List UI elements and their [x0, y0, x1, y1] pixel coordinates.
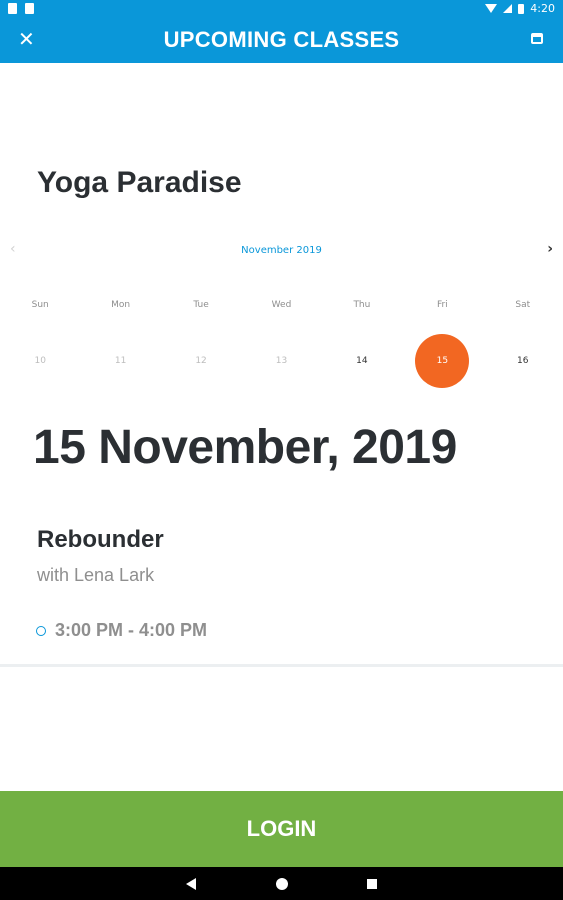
signal-icon — [503, 4, 513, 13]
calendar-day[interactable]: 16 — [483, 334, 563, 388]
notification-icon — [25, 3, 34, 14]
clock-icon — [36, 625, 46, 636]
month-navigation: ‹ November 2019 › — [0, 240, 563, 262]
week-days: 10 11 12 13 14 15 16 — [0, 334, 563, 388]
wifi-icon — [485, 4, 498, 13]
calendar-day: 10 — [34, 356, 46, 366]
weekday-label: Sat — [515, 300, 531, 310]
back-icon[interactable] — [186, 878, 196, 890]
month-label: November 2019 — [241, 245, 322, 256]
studio-name: Yoga Paradise — [37, 166, 242, 199]
divider — [0, 664, 563, 667]
calendar-day-selected[interactable]: 15 — [402, 334, 482, 388]
selected-date-heading: 15 November, 2019 — [33, 421, 457, 474]
system-nav-bar — [0, 867, 563, 900]
recents-icon[interactable] — [367, 879, 377, 889]
weekday-label: Thu — [353, 300, 371, 310]
calendar-day[interactable]: 14 — [322, 334, 402, 388]
battery-icon — [518, 3, 525, 14]
status-time: 4:20 — [530, 2, 555, 15]
class-instructor: with Lena Lark — [37, 565, 155, 585]
status-right: 4:20 — [485, 2, 555, 15]
calendar-day: 12 — [195, 356, 207, 366]
weekday-header: Sun Mon Tue Wed Thu Fri Sat — [0, 300, 563, 310]
notification-icons — [8, 3, 34, 14]
chevron-right-icon[interactable]: › — [547, 241, 553, 257]
app-toolbar: ✕ UPCOMING CLASSES — [0, 18, 563, 63]
calendar-day: 11 — [114, 356, 127, 366]
login-button[interactable]: LOGIN — [0, 791, 563, 867]
calendar-icon[interactable] — [531, 33, 543, 44]
class-name: Rebounder — [37, 526, 164, 553]
weekday-label: Sun — [31, 300, 49, 310]
status-bar: 4:20 — [0, 0, 563, 18]
notification-icon — [8, 3, 17, 14]
weekday-label: Mon — [111, 300, 131, 310]
class-time-row: 3:00 PM - 4:00 PM — [36, 620, 207, 641]
page-title: UPCOMING CLASSES — [163, 27, 400, 52]
class-time: 3:00 PM - 4:00 PM — [55, 620, 208, 640]
home-icon[interactable] — [276, 878, 288, 890]
weekday-label: Tue — [193, 300, 209, 310]
weekday-label: Fri — [436, 300, 448, 310]
weekday-label: Wed — [271, 300, 292, 310]
calendar-day: 13 — [275, 356, 288, 366]
